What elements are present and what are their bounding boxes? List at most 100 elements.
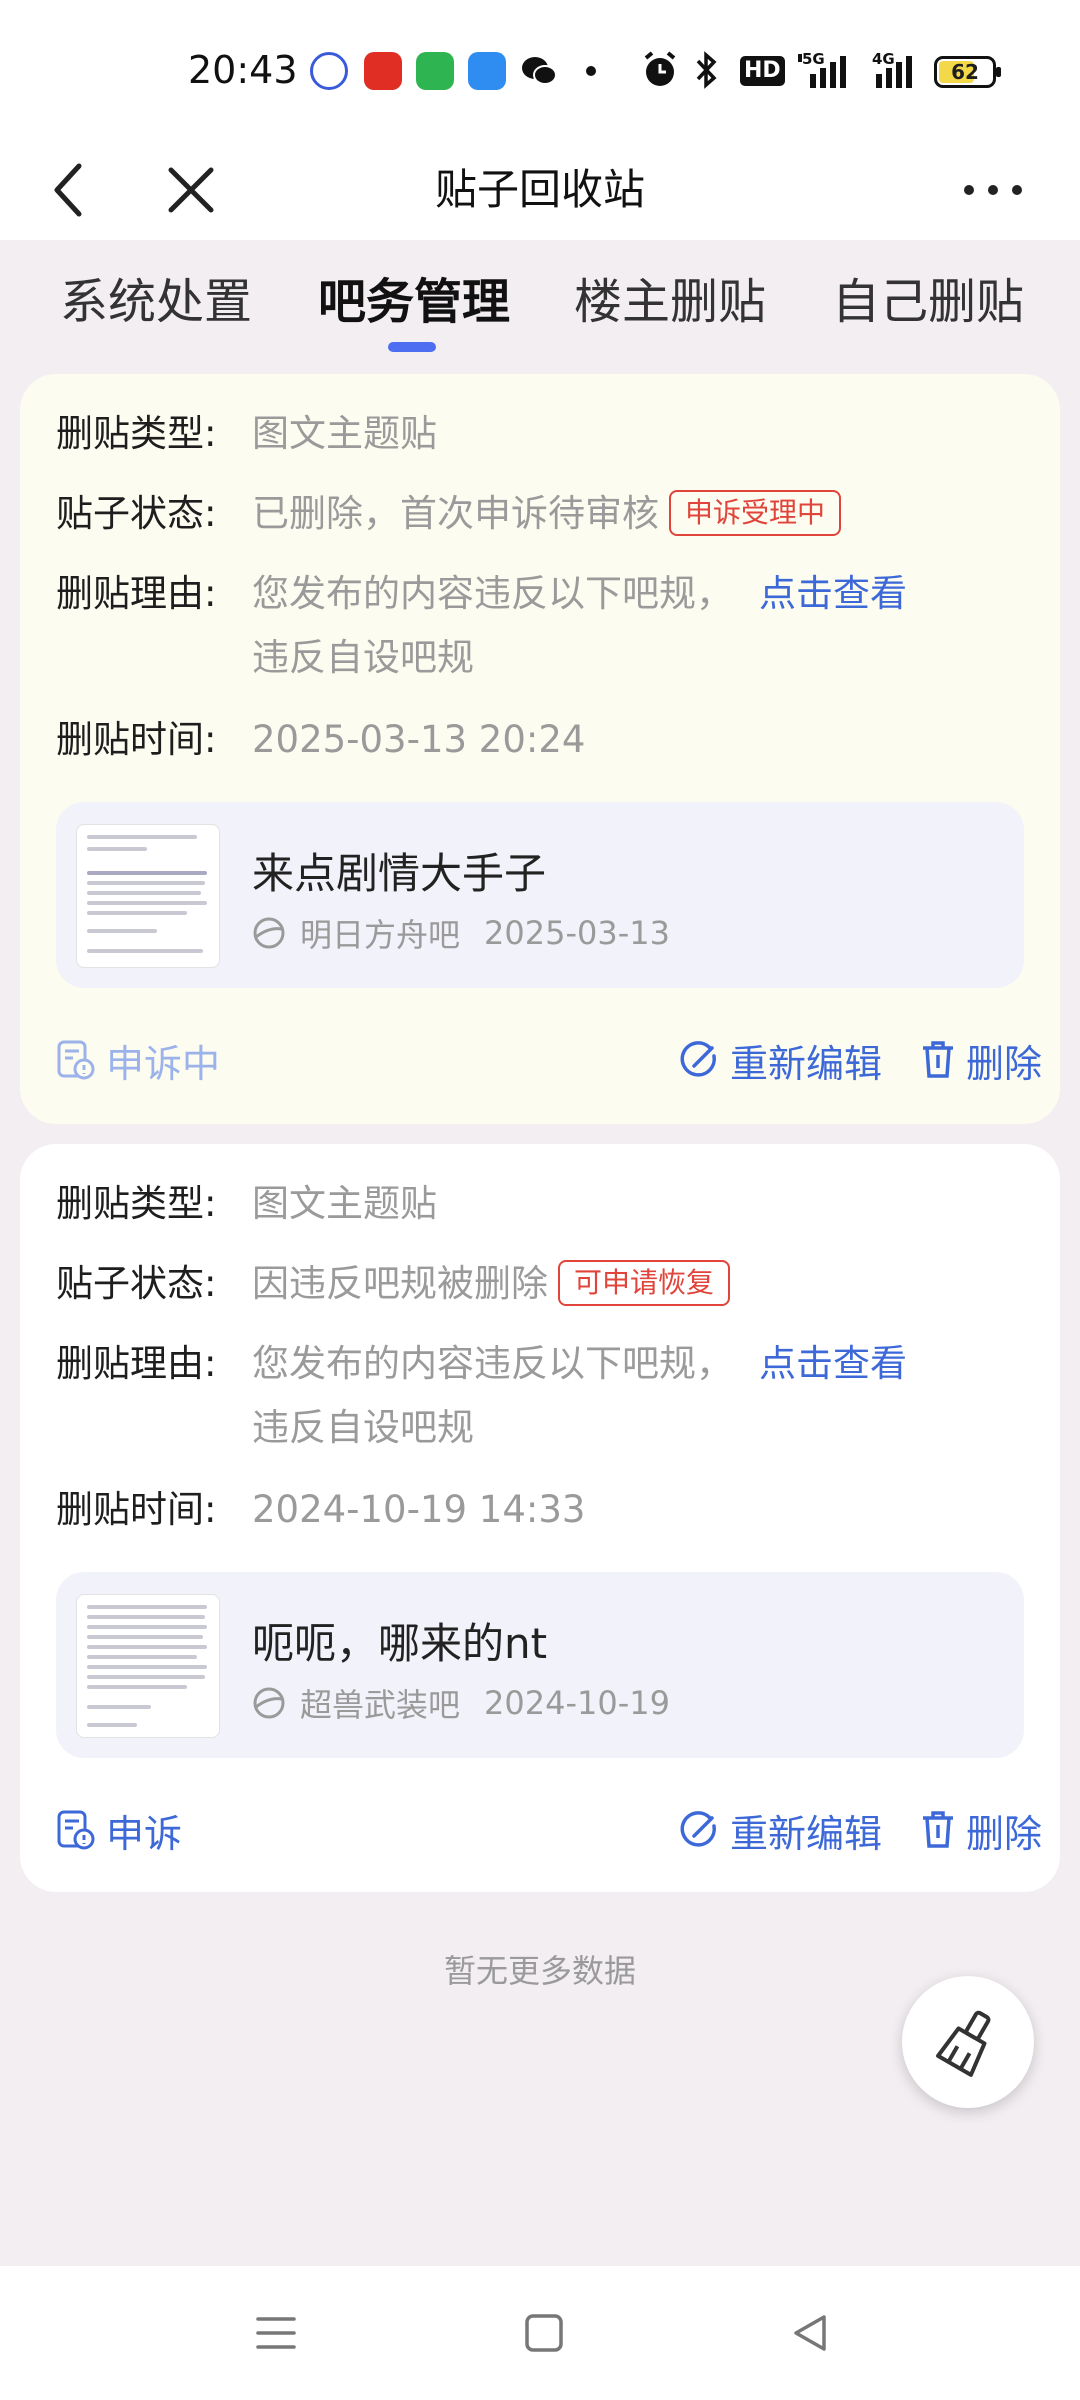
forum-icon — [253, 917, 285, 949]
reason-row: 删贴理由: 您发布的内容违反以下吧规， 点击查看 — [56, 570, 1030, 618]
time-label: 删贴时间: — [56, 718, 217, 761]
wechat-icon — [520, 52, 558, 90]
hd-icon: HD — [740, 56, 785, 86]
shopping-icon — [416, 52, 454, 90]
card-actions: 申诉 重新编辑 删除 — [56, 1800, 1042, 1860]
post-thumbnail — [76, 1594, 220, 1738]
post-date: 2024-10-19 — [484, 1684, 670, 1722]
type-label: 删贴类型: — [56, 412, 217, 455]
time-value: 2024-10-19 14:33 — [252, 1488, 586, 1531]
status-label: 贴子状态: — [56, 1262, 217, 1305]
type-label: 删贴类型: — [56, 1182, 217, 1225]
status-time: 20:43 — [188, 48, 298, 92]
reason-value: 您发布的内容违反以下吧规， — [252, 572, 733, 615]
status-value: 已删除，首次申诉待审核 — [252, 492, 659, 535]
type-row: 删贴类型: 图文主题贴 — [56, 1180, 1030, 1228]
post-title: 来点剧情大手子 — [252, 849, 547, 898]
time-value: 2025-03-13 20:24 — [252, 718, 586, 761]
time-row: 删贴时间: 2025-03-13 20:24 — [56, 716, 1030, 764]
home-nav-button[interactable] — [494, 2266, 594, 2400]
files-icon — [468, 52, 506, 90]
reason-value-2: 违反自设吧规 — [252, 1406, 474, 1449]
appeal-button[interactable]: 申诉中 — [56, 1030, 220, 1090]
post-preview[interactable]: 来点剧情大手子 明日方舟吧 2025-03-13 — [56, 802, 1024, 988]
notification-dot-icon — [586, 66, 596, 76]
signal-5g-icon: 5G — [796, 50, 858, 90]
type-row: 删贴类型: 图文主题贴 — [56, 410, 1030, 458]
status-label: 贴子状态: — [56, 492, 217, 535]
back-nav-button[interactable] — [760, 2266, 860, 2400]
menu-nav-button[interactable] — [226, 2266, 326, 2400]
appeal-label: 申诉 — [106, 1811, 183, 1856]
post-thumbnail — [76, 824, 220, 968]
appeal-label: 申诉中 — [106, 1041, 221, 1086]
pinduoduo-icon — [364, 52, 402, 90]
appeal-button[interactable]: 申诉 — [56, 1800, 182, 1860]
re-edit-label: 重新编辑 — [730, 1811, 883, 1856]
time-label: 删贴时间: — [56, 1488, 217, 1531]
reason-value: 您发布的内容违反以下吧规， — [252, 1342, 733, 1385]
edit-icon — [680, 1041, 717, 1077]
tab-self-deleted[interactable]: 自己删贴 — [832, 262, 1024, 332]
svg-text:4G: 4G — [872, 50, 895, 68]
forum-name: 超兽武装吧 — [300, 1686, 461, 1724]
status-badge: 可申请恢复 — [558, 1260, 731, 1306]
reason-row-2: 违反自设吧规 — [252, 1404, 1030, 1452]
delete-label: 删除 — [966, 1811, 1043, 1856]
delete-button[interactable]: 删除 — [920, 1030, 1042, 1090]
appeal-doc-icon — [57, 1810, 95, 1850]
status-bar: 20:43 HD 5G 4G 62 — [0, 0, 1080, 140]
view-rules-link[interactable]: 点击查看 — [759, 572, 907, 615]
tab-system[interactable]: 系统处置 — [60, 262, 252, 332]
view-rules-link[interactable]: 点击查看 — [759, 1342, 907, 1385]
status-row: 贴子状态: 已删除，首次申诉待审核 申诉受理中 — [56, 490, 1030, 538]
delete-button[interactable]: 删除 — [920, 1800, 1042, 1860]
clean-button[interactable] — [902, 1976, 1034, 2108]
page-title: 贴子回收站 — [434, 165, 645, 214]
time-row: 删贴时间: 2024-10-19 14:33 — [56, 1486, 1030, 1534]
battery-level: 62 — [951, 60, 979, 84]
forum-icon — [253, 1687, 285, 1719]
post-preview[interactable]: 呃呃，哪来的nt 超兽武装吧 2024-10-19 — [56, 1572, 1024, 1758]
reason-row: 删贴理由: 您发布的内容违反以下吧规， 点击查看 — [56, 1340, 1030, 1388]
more-button[interactable] — [948, 140, 1038, 240]
broom-icon — [936, 2010, 991, 2077]
deleted-post-card: 删贴类型: 图文主题贴 贴子状态: 因违反吧规被删除 可申请恢复 删贴理由: 您发布的内… — [20, 1144, 1060, 1892]
menu-icon — [256, 2317, 296, 2349]
more-dots-icon — [964, 185, 1022, 195]
home-square-icon — [525, 2314, 563, 2352]
type-value: 图文主题贴 — [252, 1182, 437, 1225]
card-actions: 申诉中 重新编辑 删除 — [56, 1030, 1042, 1090]
nav-bar: 贴子回收站 — [0, 140, 1080, 240]
signal-4g-icon: 4G — [870, 50, 926, 90]
status-badge: 申诉受理中 — [669, 490, 842, 536]
post-meta: 超兽武装吧 2024-10-19 — [252, 1680, 670, 1726]
reason-label: 删贴理由: — [56, 572, 217, 615]
edit-icon — [680, 1811, 717, 1847]
status-value: 因违反吧规被删除 — [252, 1262, 548, 1305]
status-row: 贴子状态: 因违反吧规被删除 可申请恢复 — [56, 1260, 1030, 1308]
re-edit-label: 重新编辑 — [730, 1041, 883, 1086]
tab-op-deleted[interactable]: 楼主删贴 — [574, 262, 766, 332]
tab-bar-admin[interactable]: 吧务管理 — [318, 262, 510, 332]
trash-icon — [923, 1041, 953, 1078]
reason-row-2: 违反自设吧规 — [252, 634, 1030, 682]
appeal-doc-icon — [57, 1040, 95, 1080]
system-nav-bar — [0, 2266, 1080, 2400]
post-title: 呃呃，哪来的nt — [252, 1619, 548, 1668]
tab-active-indicator — [388, 342, 436, 352]
trash-icon — [923, 1811, 953, 1848]
post-date: 2025-03-13 — [484, 914, 670, 952]
re-edit-button[interactable]: 重新编辑 — [680, 1030, 882, 1090]
delete-label: 删除 — [966, 1041, 1043, 1086]
post-meta: 明日方舟吧 2025-03-13 — [252, 910, 670, 956]
no-more-data: 暂无更多数据 — [443, 1952, 636, 1990]
svg-text:5G: 5G — [802, 50, 825, 68]
reason-value-2: 违反自设吧规 — [252, 636, 474, 679]
battery-icon: 62 — [934, 56, 1001, 88]
re-edit-button[interactable]: 重新编辑 — [680, 1800, 882, 1860]
tieba-icon — [310, 52, 348, 90]
back-triangle-icon — [794, 2315, 826, 2351]
forum-name: 明日方舟吧 — [300, 916, 461, 954]
tab-bar: 系统处置 吧务管理 楼主删贴 自己删贴 — [0, 240, 1080, 360]
